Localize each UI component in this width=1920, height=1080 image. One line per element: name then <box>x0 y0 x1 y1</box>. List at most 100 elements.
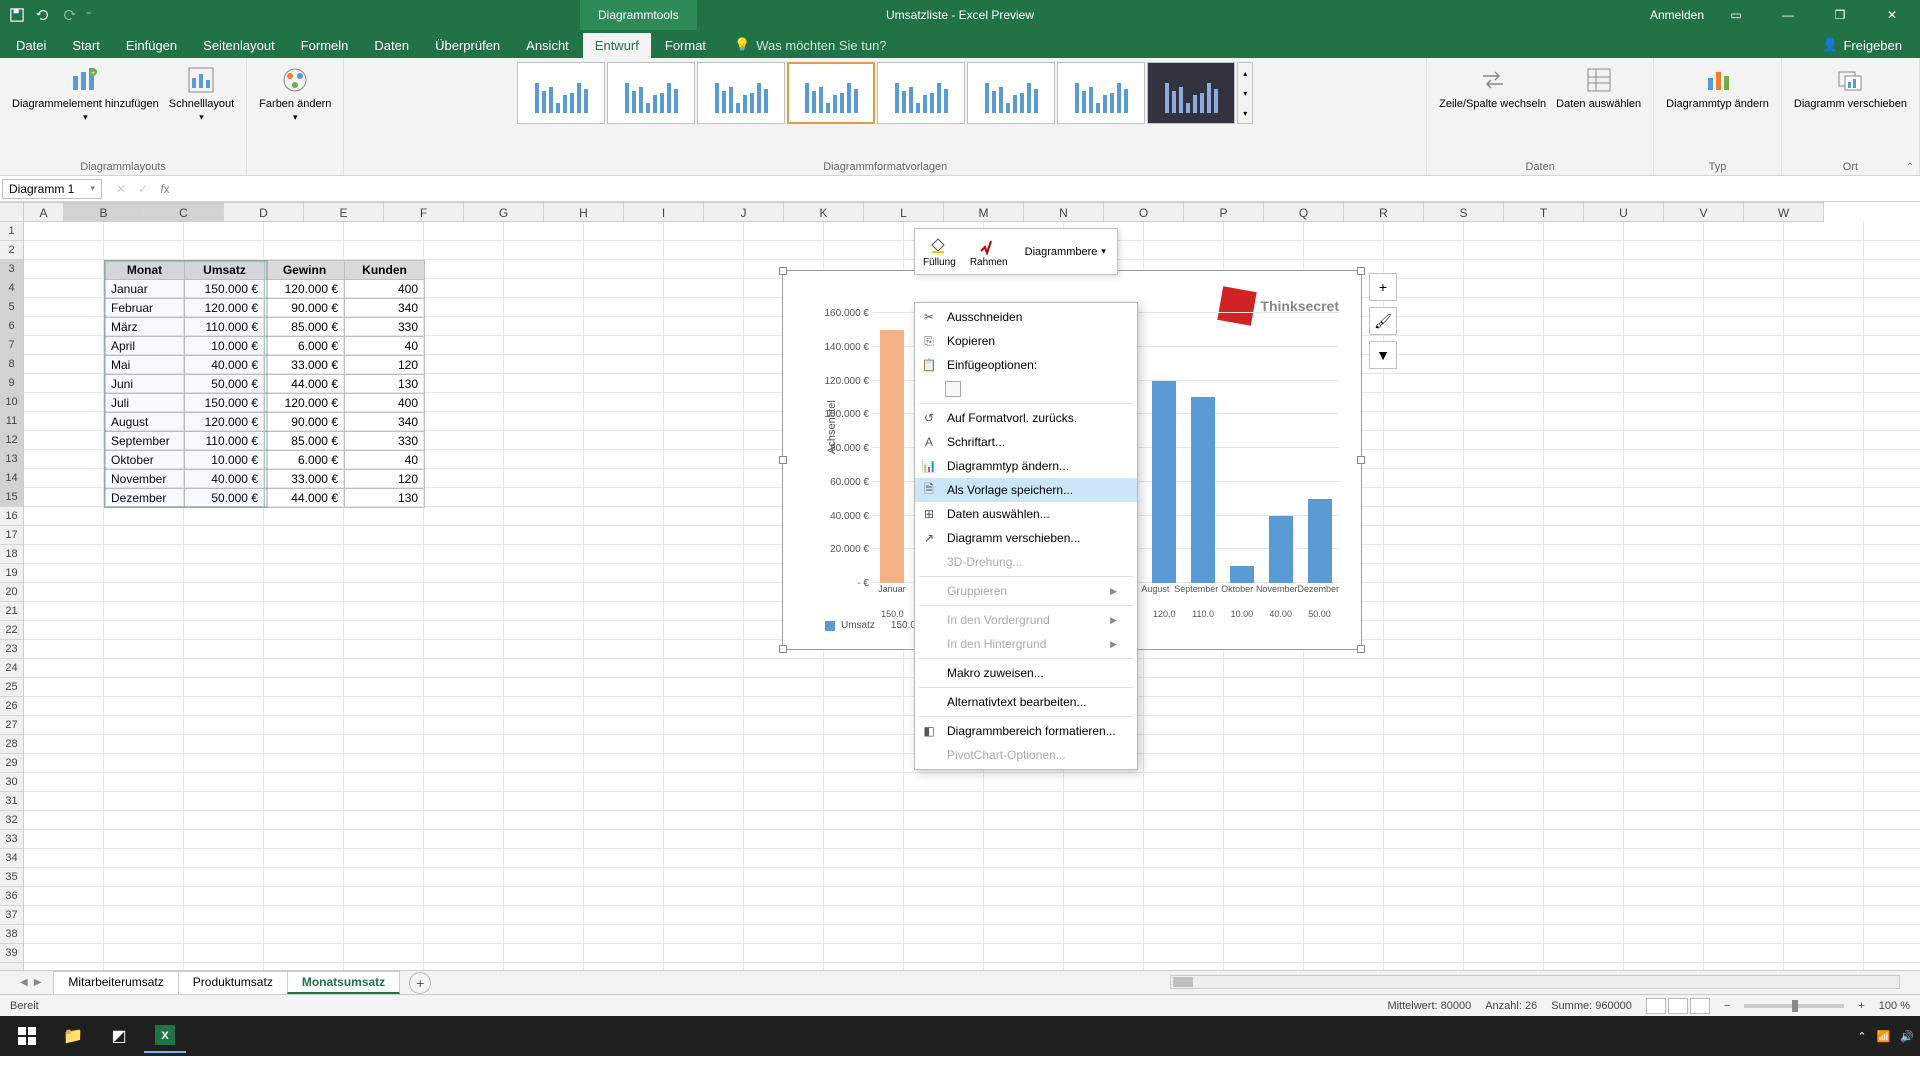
sheet-nav-prev-icon[interactable]: ◀ <box>20 977 28 988</box>
row-header[interactable]: 24 <box>0 659 23 678</box>
tab-pagelayout[interactable]: Seitenlayout <box>191 33 287 58</box>
sheet-tab[interactable]: Mitarbeiterumsatz <box>53 971 178 994</box>
row-header[interactable]: 38 <box>0 925 23 944</box>
row-header[interactable]: 12 <box>0 431 23 450</box>
style-preset-2[interactable] <box>607 62 695 124</box>
column-header[interactable]: A <box>24 203 64 221</box>
tab-formulas[interactable]: Formeln <box>289 33 361 58</box>
redo-icon[interactable] <box>60 6 78 24</box>
column-header[interactable]: W <box>1744 203 1824 221</box>
row-header[interactable]: 17 <box>0 526 23 545</box>
column-header[interactable]: J <box>704 203 784 221</box>
zoom-in-icon[interactable]: + <box>1858 1000 1864 1012</box>
row-header[interactable]: 13 <box>0 450 23 469</box>
row-header[interactable]: 20 <box>0 583 23 602</box>
column-header[interactable]: T <box>1504 203 1584 221</box>
excel-taskbar-icon[interactable]: X <box>144 1019 186 1053</box>
context-menu-item[interactable]: ↗Diagramm verschieben... <box>915 526 1137 550</box>
cancel-formula-icon[interactable]: ✕ <box>112 182 130 196</box>
name-box[interactable]: Diagramm 1▾ <box>2 179 102 199</box>
style-preset-5[interactable] <box>877 62 965 124</box>
formula-input[interactable] <box>182 180 1920 198</box>
row-header[interactable]: 28 <box>0 735 23 754</box>
zoom-slider[interactable] <box>1744 1004 1844 1008</box>
undo-icon[interactable] <box>34 6 52 24</box>
chart-filter-icon[interactable]: ▼ <box>1369 341 1397 369</box>
move-chart-button[interactable]: Diagramm verschieben <box>1790 62 1911 113</box>
chart-elements-plus-icon[interactable]: + <box>1369 273 1397 301</box>
column-header[interactable]: V <box>1664 203 1744 221</box>
column-header[interactable]: C <box>144 203 224 221</box>
column-header[interactable]: E <box>304 203 384 221</box>
context-menu-item[interactable]: Makro zuweisen... <box>915 661 1137 685</box>
column-header[interactable]: I <box>624 203 704 221</box>
page-layout-view-icon[interactable] <box>1668 998 1688 1014</box>
chart-styles-brush-icon[interactable]: 🖌 <box>1369 307 1397 335</box>
context-menu-item[interactable]: ↺Auf Formatvorl. zurücks. <box>915 406 1137 430</box>
share-button[interactable]: 👤Freigeben <box>1808 32 1916 58</box>
column-header[interactable]: B <box>64 203 144 221</box>
context-menu-item[interactable]: ⎘Kopieren <box>915 329 1137 353</box>
row-header[interactable]: 1 <box>0 222 23 241</box>
row-header[interactable]: 22 <box>0 621 23 640</box>
row-header[interactable]: 27 <box>0 716 23 735</box>
row-header[interactable]: 25 <box>0 678 23 697</box>
style-preset-3[interactable] <box>697 62 785 124</box>
column-header[interactable]: M <box>944 203 1024 221</box>
context-menu-item[interactable]: ASchriftart... <box>915 430 1137 454</box>
style-preset-6[interactable] <box>967 62 1055 124</box>
outline-button[interactable]: Rahmen <box>966 233 1012 270</box>
sheet-nav-next-icon[interactable]: ▶ <box>34 977 42 988</box>
style-preset-8[interactable] <box>1147 62 1235 124</box>
row-header[interactable]: 16 <box>0 507 23 526</box>
tray-chevron-icon[interactable]: ⌃ <box>1857 1030 1866 1043</box>
row-header[interactable]: 8 <box>0 355 23 374</box>
column-header[interactable]: S <box>1424 203 1504 221</box>
context-menu-item[interactable]: ⊞Daten auswählen... <box>915 502 1137 526</box>
sign-in-link[interactable]: Anmelden <box>1650 8 1704 22</box>
row-header[interactable]: 31 <box>0 792 23 811</box>
quick-layout-button[interactable]: Schnelllayout▾ <box>165 62 238 125</box>
row-header[interactable]: 2 <box>0 241 23 260</box>
tab-insert[interactable]: Einfügen <box>114 33 189 58</box>
column-header[interactable]: F <box>384 203 464 221</box>
tab-home[interactable]: Start <box>60 33 111 58</box>
sheet-tab[interactable]: Monatsumsatz <box>287 971 400 994</box>
context-menu-item[interactable]: Alternativtext bearbeiten... <box>915 690 1137 714</box>
tell-me-search[interactable]: 💡Was möchten Sie tun? <box>724 32 897 58</box>
row-header[interactable]: 5 <box>0 298 23 317</box>
tab-review[interactable]: Überprüfen <box>423 33 512 58</box>
context-menu-item[interactable]: 🗎Als Vorlage speichern... <box>915 478 1137 502</box>
start-menu-icon[interactable] <box>6 1019 48 1053</box>
row-header[interactable]: 7 <box>0 336 23 355</box>
row-header[interactable]: 11 <box>0 412 23 431</box>
column-header[interactable]: Q <box>1264 203 1344 221</box>
chart-element-selector[interactable]: Diagrammbere▾ <box>1018 243 1113 261</box>
row-header[interactable]: 14 <box>0 469 23 488</box>
collapse-ribbon-icon[interactable]: ⌃ <box>1906 162 1914 173</box>
sheet-tab[interactable]: Produktumsatz <box>178 971 288 994</box>
volume-icon[interactable]: 🔊 <box>1900 1030 1914 1043</box>
change-colors-button[interactable]: Farben ändern▾ <box>255 62 335 125</box>
column-header[interactable]: L <box>864 203 944 221</box>
column-header[interactable]: N <box>1024 203 1104 221</box>
column-header[interactable]: G <box>464 203 544 221</box>
enter-formula-icon[interactable]: ✓ <box>134 182 152 196</box>
column-header[interactable]: O <box>1104 203 1184 221</box>
row-header[interactable]: 6 <box>0 317 23 336</box>
row-header[interactable]: 18 <box>0 545 23 564</box>
fx-icon[interactable]: fx <box>156 182 174 196</box>
add-chart-element-button[interactable]: + Diagrammelement hinzufügen▾ <box>8 62 163 125</box>
style-preset-1[interactable] <box>517 62 605 124</box>
row-header[interactable]: 10 <box>0 393 23 412</box>
styles-more-button[interactable]: ▴▾▾ <box>1237 62 1253 124</box>
column-header[interactable]: R <box>1344 203 1424 221</box>
tab-view[interactable]: Ansicht <box>514 33 581 58</box>
row-header[interactable]: 39 <box>0 944 23 963</box>
add-sheet-button[interactable]: + <box>409 972 431 994</box>
zoom-out-icon[interactable]: − <box>1724 1000 1730 1012</box>
column-header[interactable]: P <box>1184 203 1264 221</box>
save-icon[interactable] <box>8 6 26 24</box>
style-preset-4[interactable] <box>787 62 875 124</box>
column-header[interactable]: D <box>224 203 304 221</box>
